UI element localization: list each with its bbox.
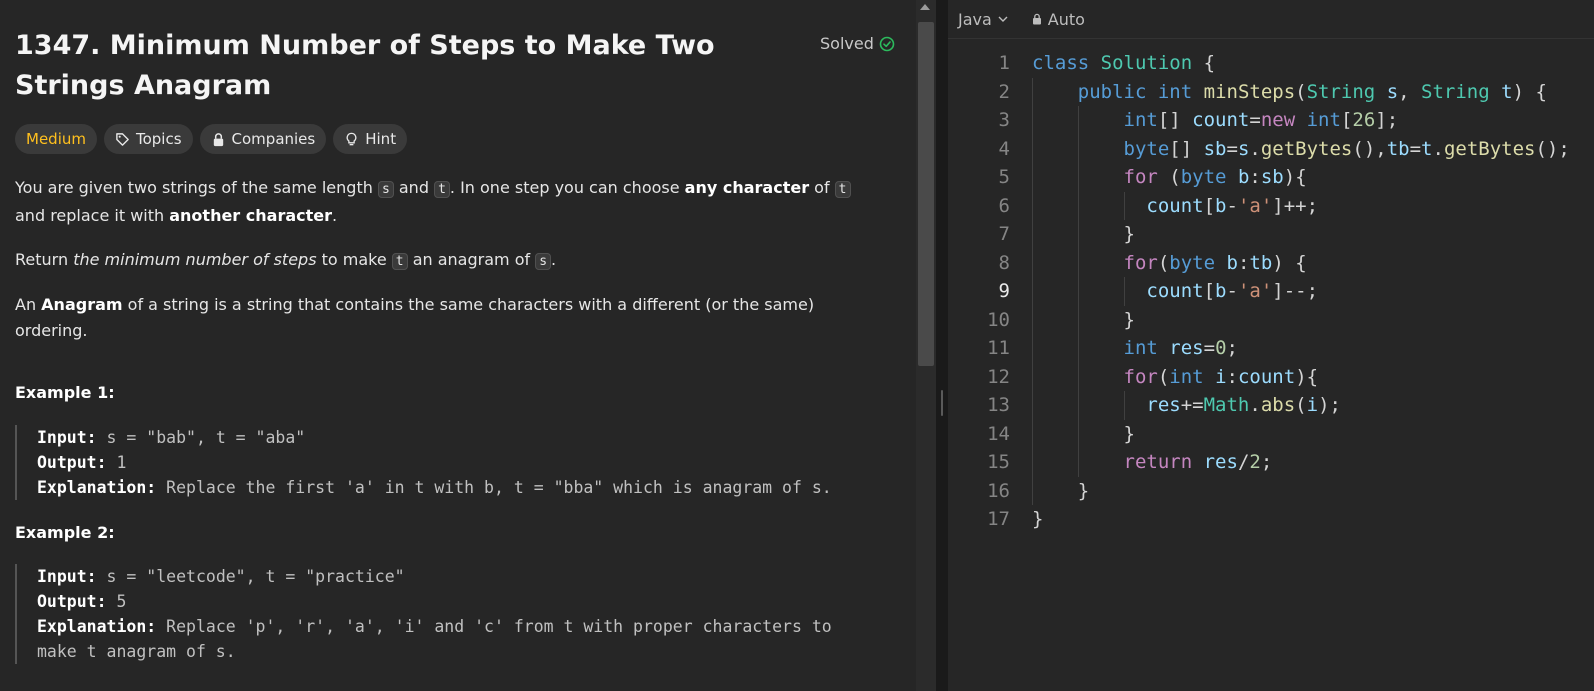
code-line[interactable]: 9 count[b-'a']--;	[948, 277, 1594, 306]
lock-icon	[1032, 13, 1041, 25]
code-text: return res/2;	[1123, 451, 1273, 473]
code-line[interactable]: 11 int res=0;	[948, 334, 1594, 363]
hint-button[interactable]: Hint	[333, 124, 408, 154]
line-number: 13	[987, 394, 1010, 416]
code-line[interactable]: 1 class Solution {	[948, 49, 1594, 78]
solved-label: Solved	[820, 34, 874, 53]
code-text: }	[1032, 508, 1044, 530]
line-number: 3	[998, 109, 1010, 131]
difficulty-badge: Medium	[15, 124, 97, 154]
description-paragraph-3: An Anagram of a string is a string that …	[15, 295, 815, 340]
code-text: }	[1032, 308, 1135, 331]
code-text: count[b-'a']--;	[1146, 280, 1319, 302]
code-line[interactable]: 2 public int minSteps(String s, String t…	[948, 78, 1594, 107]
line-number: 15	[987, 451, 1010, 473]
check-circle-icon	[879, 36, 895, 51]
language-selector[interactable]: Java	[958, 10, 1009, 29]
example-2-block: Input: s = "leetcode", t = "practice" Ou…	[15, 564, 895, 664]
inline-code-t: t	[834, 181, 851, 198]
line-number: 11	[987, 337, 1010, 359]
code-line[interactable]: 13 res+=Math.abs(i);	[948, 391, 1594, 420]
description-paragraph-1: You are given two strings of the same le…	[15, 175, 885, 229]
scroll-up-arrow-icon[interactable]	[920, 4, 930, 10]
scrollbar-thumb[interactable]	[918, 22, 934, 366]
line-number: 7	[998, 223, 1010, 245]
line-number: 1	[998, 52, 1010, 74]
code-line[interactable]: 3 int[] count=new int[26];	[948, 106, 1594, 135]
code-line[interactable]: 16 }	[948, 477, 1594, 506]
line-number: 4	[998, 137, 1010, 160]
example-1-title: Example 1:	[15, 383, 115, 402]
hint-label: Hint	[365, 130, 397, 148]
auto-mode-indicator[interactable]: Auto	[1031, 10, 1085, 29]
language-label: Java	[958, 9, 992, 29]
code-line[interactable]: 15 return res/2;	[948, 448, 1594, 477]
problem-tags: Medium Topics Companies Hint	[15, 124, 408, 154]
editor-toolbar: Java Auto	[948, 0, 1594, 39]
code-line[interactable]: 8 for(byte b:tb) {	[948, 249, 1594, 278]
line-number: 5	[998, 166, 1010, 188]
code-text: int res=0;	[1123, 337, 1238, 359]
inline-code-s: s	[377, 181, 394, 198]
indent-guide	[1123, 277, 1125, 306]
line-number: 17	[987, 508, 1010, 530]
code-line[interactable]: 5 for (byte b:sb){	[948, 163, 1594, 192]
topics-button[interactable]: Topics	[103, 124, 193, 154]
chevron-down-icon	[998, 16, 1008, 22]
code-text: for(int i:count){	[1123, 365, 1319, 388]
lock-icon	[213, 132, 223, 146]
code-text: public int minSteps(String s, String t) …	[1077, 80, 1547, 103]
code-line[interactable]: 7 }	[948, 220, 1594, 249]
drag-handle-icon[interactable]	[941, 390, 943, 416]
code-line[interactable]: 14 }	[948, 420, 1594, 449]
auto-label: Auto	[1047, 9, 1085, 29]
inline-code-t: t	[434, 181, 450, 198]
indent-guide	[1077, 106, 1079, 477]
companies-label: Companies	[231, 130, 316, 148]
line-number: 8	[998, 251, 1010, 274]
code-line[interactable]: 6 count[b-'a']++;	[948, 192, 1594, 221]
problem-description-pane: 1347. Minimum Number of Steps to Make Tw…	[0, 0, 916, 691]
code-text: }	[1032, 422, 1135, 445]
difficulty-label: Medium	[26, 130, 86, 148]
line-number: 9	[998, 280, 1010, 302]
code-line[interactable]: 12 for(int i:count){	[948, 363, 1594, 392]
indent-guide	[1032, 77, 1033, 505]
code-text: for (byte b:sb){	[1123, 166, 1307, 188]
code-text: class Solution {	[1032, 52, 1216, 74]
indent-guide	[1123, 191, 1125, 220]
indent-guide	[1123, 391, 1125, 420]
code-text: }	[1032, 479, 1090, 502]
code-text: byte[] sb=s.getBytes(),tb=t.getBytes();	[1123, 137, 1570, 160]
line-number: 14	[987, 422, 1010, 445]
problem-title: 1347. Minimum Number of Steps to Make Tw…	[15, 30, 715, 101]
line-number: 12	[987, 365, 1010, 388]
code-line[interactable]: 10 }	[948, 306, 1594, 335]
code-text: }	[1032, 223, 1135, 245]
code-text: count[b-'a']++;	[1146, 194, 1319, 217]
description-paragraph-2: Return the minimum number of steps to ma…	[15, 250, 557, 270]
solved-status: Solved	[820, 34, 895, 53]
line-number: 16	[987, 479, 1010, 502]
code-line[interactable]: 4 byte[] sb=s.getBytes(),tb=t.getBytes()…	[948, 135, 1594, 164]
line-number: 2	[998, 80, 1010, 103]
lightbulb-icon	[346, 132, 357, 145]
code-text: int[] count=new int[26];	[1123, 109, 1399, 131]
line-number: 6	[998, 194, 1010, 217]
inline-code-t: t	[391, 253, 408, 270]
code-line[interactable]: 17}	[948, 505, 1594, 534]
inline-code-s: s	[535, 253, 552, 270]
example-2-title: Example 2:	[15, 523, 115, 542]
companies-button[interactable]: Companies	[199, 124, 327, 154]
example-1-block: Input: s = "bab", t = "aba" Output: 1 Ex…	[15, 425, 895, 500]
topics-label: Topics	[135, 130, 182, 148]
code-text: for(byte b:tb) {	[1123, 251, 1307, 274]
tag-icon	[116, 132, 129, 146]
pane-resize-divider[interactable]	[936, 0, 948, 691]
code-editor[interactable]: 1 class Solution { 2 public int minSteps(S…	[948, 49, 1594, 534]
line-number: 10	[987, 308, 1010, 331]
